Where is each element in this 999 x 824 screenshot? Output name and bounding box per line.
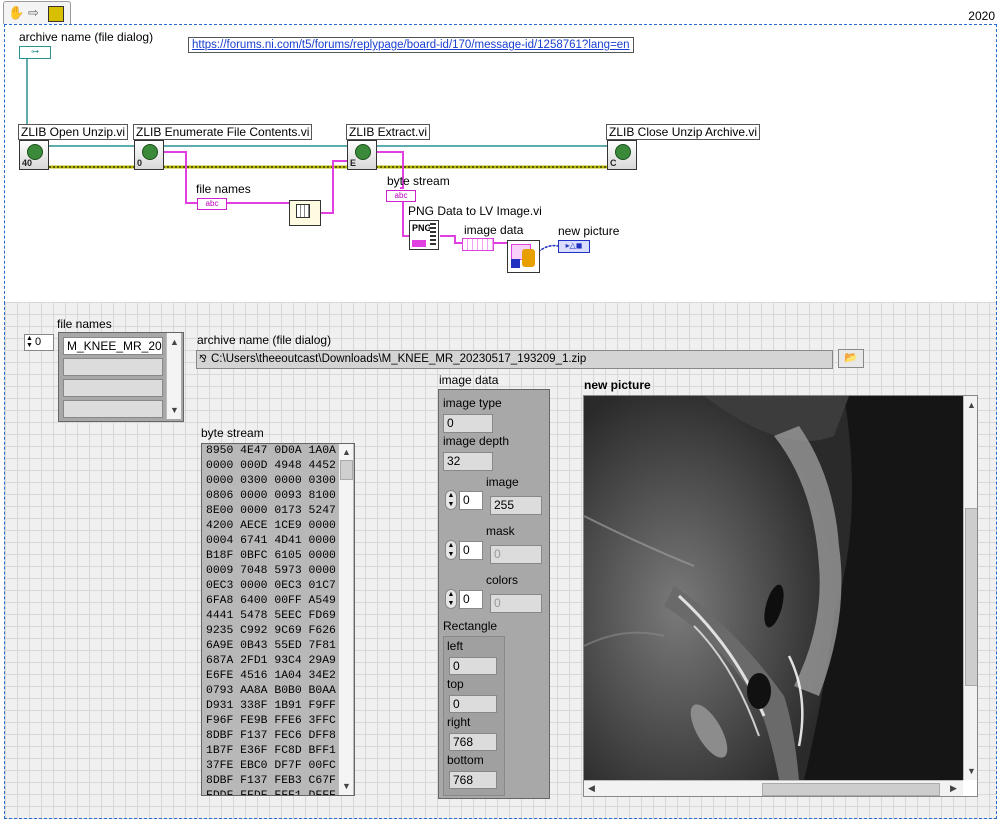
rect-top-label: top bbox=[447, 677, 464, 691]
byte-stream-row: 0000 000D 4948 4452 bbox=[206, 460, 336, 472]
byte-stream-label: byte stream bbox=[201, 426, 264, 440]
byte-stream-row: FDDF FFDF FFF1 DFFF bbox=[206, 790, 336, 796]
file-names-scrollbar[interactable]: ▲ ▼ bbox=[166, 333, 181, 419]
image-index-spinner[interactable]: ▲ ▼ bbox=[445, 490, 457, 510]
new-picture-display[interactable]: ▲ ▼ ◀ ▶ bbox=[583, 395, 978, 797]
image-data-terminal[interactable] bbox=[462, 238, 494, 251]
mask-index[interactable]: 0 bbox=[459, 541, 483, 560]
byte-stream-row: 8950 4E47 0D0A 1A0A bbox=[206, 445, 336, 457]
image-array-label: image bbox=[486, 475, 519, 489]
png-to-lv-label: PNG Data to LV Image.vi bbox=[408, 204, 542, 218]
zlib-open-unzip-label: ZLIB Open Unzip.vi bbox=[18, 124, 129, 140]
archive-path-field[interactable]: ⅋ C:\Users\theeoutcast\Downloads\M_KNEE_… bbox=[196, 350, 833, 369]
byte-stream-row: 0793 AA8A B0B0 B0AA bbox=[206, 685, 336, 697]
rectangle-label: Rectangle bbox=[443, 619, 498, 633]
byte-stream-row: 0806 0000 0093 8100 bbox=[206, 490, 336, 502]
image-data-wire-label: image data bbox=[464, 223, 524, 237]
colors-index[interactable]: 0 bbox=[459, 590, 483, 609]
byte-stream-row: 6A9E 0B43 55ED 7F81 bbox=[206, 640, 336, 652]
archive-name-label: archive name (file dialog) bbox=[19, 30, 154, 44]
colors-array-label: colors bbox=[486, 573, 519, 587]
zlib-enumerate-node[interactable]: 0 bbox=[134, 140, 164, 170]
rect-right-label: right bbox=[447, 715, 471, 729]
image-data-label: image data bbox=[439, 373, 499, 387]
byte-stream-row: 0000 0300 0000 0300 bbox=[206, 475, 336, 487]
archive-name-fp-label: archive name (file dialog) bbox=[197, 333, 332, 347]
mask-array-value[interactable]: 0 bbox=[490, 545, 542, 564]
mask-index-spinner[interactable]: ▲ ▼ bbox=[445, 540, 457, 560]
zlib-enumerate-label: ZLIB Enumerate File Contents.vi bbox=[133, 124, 313, 140]
byte-stream-row: 8E00 0000 0173 5247 bbox=[206, 505, 336, 517]
zlib-open-unzip-node[interactable]: 40 bbox=[19, 140, 49, 170]
file-name-element[interactable]: M_KNEE_MR_202 bbox=[63, 337, 163, 355]
byte-stream-row: 8DBF F137 FEC6 DFF8 bbox=[206, 730, 336, 742]
browse-folder-icon[interactable]: 📂 bbox=[838, 349, 864, 368]
byte-stream-row: 8DBF F137 FEB3 C67F bbox=[206, 775, 336, 787]
byte-stream-rows: 8950 4E47 0D0A 1A0A 0000 000D 4948 4452 00… bbox=[202, 444, 354, 796]
forum-link[interactable]: https://forums.ni.com/t5/forums/replypag… bbox=[188, 37, 634, 53]
path-icon: ⅋ bbox=[199, 354, 207, 365]
png-to-lv-node[interactable]: PNG bbox=[409, 220, 439, 250]
file-names-wire-label: file names bbox=[196, 182, 251, 196]
byte-stream-row: E6FE 4516 1A04 34E2 bbox=[206, 670, 336, 682]
file-name-element[interactable] bbox=[63, 379, 163, 397]
file-names-index[interactable]: ▲ ▼ 0 bbox=[24, 334, 54, 351]
byte-stream-row: 687A 2FD1 93C4 29A9 bbox=[206, 655, 336, 667]
image-depth-field[interactable]: 32 bbox=[443, 452, 493, 471]
mask-array-label: mask bbox=[486, 524, 515, 538]
new-picture-wire-label: new picture bbox=[558, 224, 620, 238]
rect-bottom-label: bottom bbox=[447, 753, 484, 767]
byte-stream-row: 37FE EBC0 DF7F 00FC bbox=[206, 760, 336, 772]
image-array-value[interactable]: 255 bbox=[490, 496, 542, 515]
byte-stream-row: B18F 0BFC 6105 0000 bbox=[206, 550, 336, 562]
new-picture-terminal[interactable]: ▸△◼ bbox=[558, 240, 590, 253]
rect-top-field[interactable]: 0 bbox=[449, 695, 497, 713]
rectangle-cluster: left 0 top 0 right 768 bottom 768 bbox=[443, 636, 505, 796]
image-index[interactable]: 0 bbox=[459, 491, 483, 510]
file-names-array: M_KNEE_MR_202 ▲ ▼ bbox=[58, 332, 184, 422]
new-picture-label: new picture bbox=[584, 378, 651, 392]
zlib-close-label: ZLIB Close Unzip Archive.vi bbox=[606, 124, 761, 140]
byte-stream-row: 4441 5478 5EEC FD69 bbox=[206, 610, 336, 622]
byte-stream-row: 1B7F E36F FC8D BFF1 bbox=[206, 745, 336, 757]
byte-stream-scrollbar[interactable]: ▲ ▼ bbox=[338, 444, 353, 795]
byte-stream-terminal[interactable]: abc bbox=[386, 190, 416, 202]
byte-stream-row: 9235 C992 9C69 F626 bbox=[206, 625, 336, 637]
rect-left-label: left bbox=[447, 639, 464, 653]
image-data-cluster: image type 0 image depth 32 ▲ ▼ 0 image 2… bbox=[438, 389, 550, 799]
image-type-field[interactable]: 0 bbox=[443, 414, 493, 433]
file-name-element[interactable] bbox=[63, 400, 163, 418]
byte-stream-display[interactable]: 8950 4E47 0D0A 1A0A 0000 000D 4948 4452 00… bbox=[201, 443, 355, 796]
colors-index-spinner[interactable]: ▲ ▼ bbox=[445, 589, 457, 609]
byte-stream-row: F96F FE9B FFE6 3FFC bbox=[206, 715, 336, 727]
file-names-terminal[interactable]: abc bbox=[197, 198, 227, 210]
zlib-extract-node[interactable]: E bbox=[347, 140, 377, 170]
rect-bottom-field[interactable]: 768 bbox=[449, 771, 497, 789]
index-array-icon[interactable] bbox=[289, 200, 321, 226]
byte-stream-row: 4200 AECE 1CE9 0000 bbox=[206, 520, 336, 532]
draw-flattened-pixmap-node[interactable] bbox=[507, 240, 540, 273]
rect-left-field[interactable]: 0 bbox=[449, 657, 497, 675]
byte-stream-row: 6FA8 6400 00FF A549 bbox=[206, 595, 336, 607]
picture-v-scrollbar[interactable]: ▲ ▼ bbox=[963, 396, 977, 780]
image-type-label: image type bbox=[443, 396, 502, 410]
zlib-close-node[interactable]: C bbox=[607, 140, 637, 170]
byte-stream-row: 0EC3 0000 0EC3 01C7 bbox=[206, 580, 336, 592]
archive-path-terminal[interactable]: ⊶ bbox=[19, 46, 51, 59]
colors-array-value[interactable]: 0 bbox=[490, 594, 542, 613]
zlib-extract-label: ZLIB Extract.vi bbox=[346, 124, 431, 140]
rect-right-field[interactable]: 768 bbox=[449, 733, 497, 751]
mri-image bbox=[584, 396, 964, 780]
archive-path-value: C:\Users\theeoutcast\Downloads\M_KNEE_MR… bbox=[211, 353, 587, 365]
byte-stream-wire-label: byte stream bbox=[387, 174, 450, 188]
byte-stream-row: 0004 6741 4D41 0000 bbox=[206, 535, 336, 547]
file-names-label: file names bbox=[57, 317, 112, 331]
file-name-element[interactable] bbox=[63, 358, 163, 376]
image-depth-label: image depth bbox=[443, 434, 510, 448]
byte-stream-row: 0009 7048 5973 0000 bbox=[206, 565, 336, 577]
picture-h-scrollbar[interactable]: ◀ ▶ bbox=[584, 780, 963, 796]
byte-stream-row: D931 338F 1B91 F9FF bbox=[206, 700, 336, 712]
